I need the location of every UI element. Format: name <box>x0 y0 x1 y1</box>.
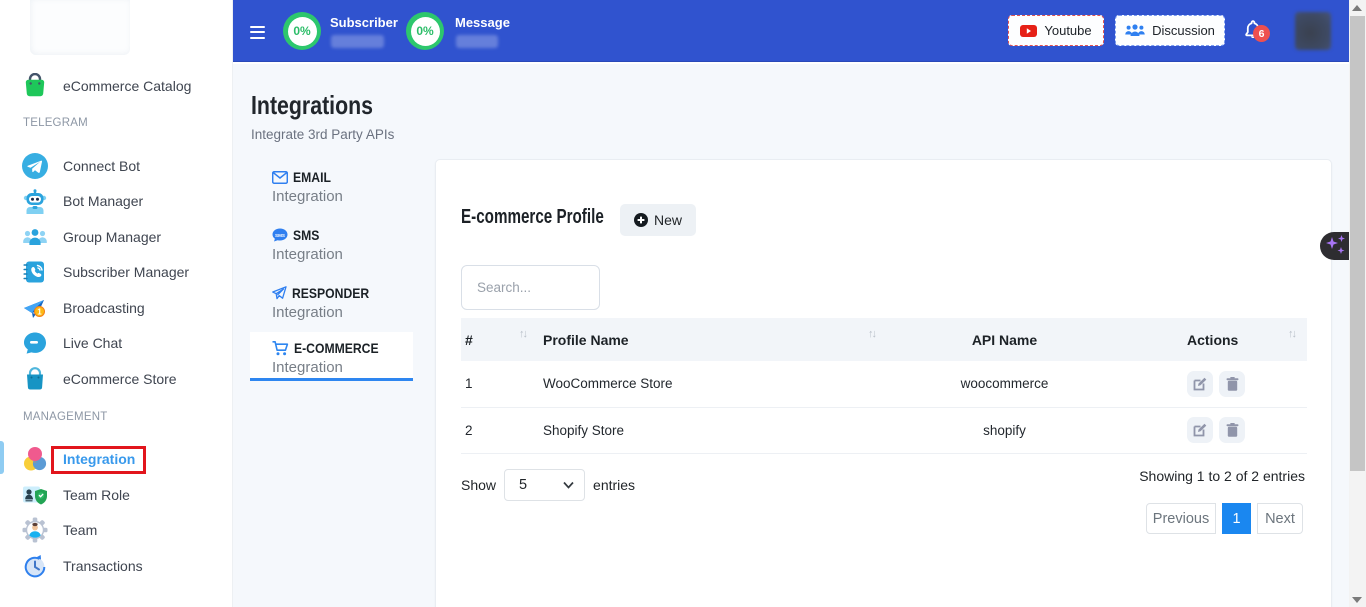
svg-text:SMS: SMS <box>275 233 285 238</box>
svg-text:1: 1 <box>37 308 42 317</box>
